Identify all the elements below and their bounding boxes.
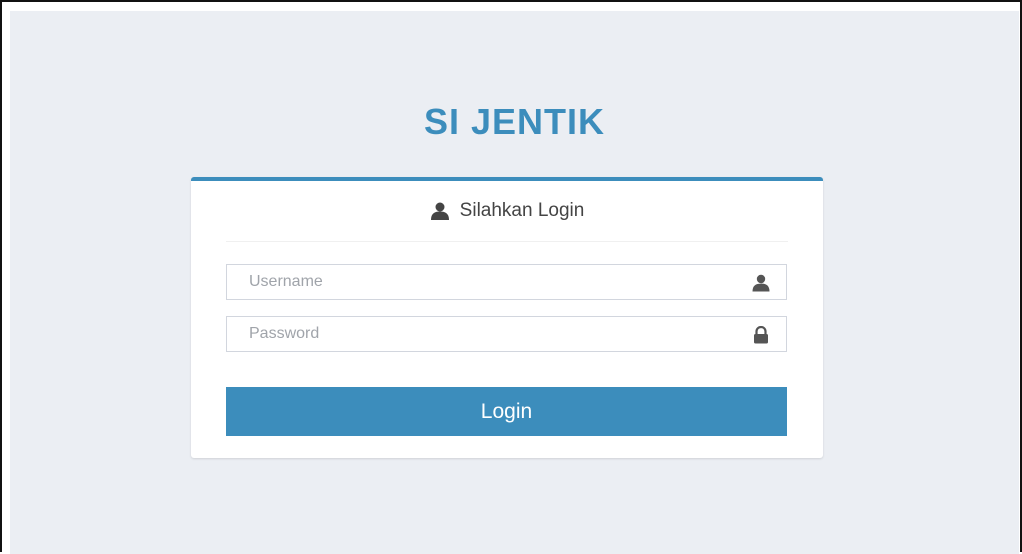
lock-icon bbox=[752, 325, 770, 344]
username-input[interactable] bbox=[227, 265, 786, 299]
login-box: Silahkan Login Username Login bbox=[191, 177, 823, 458]
login-button[interactable]: Login bbox=[226, 387, 787, 436]
user-icon bbox=[752, 274, 770, 292]
user-icon bbox=[430, 202, 450, 220]
username-field[interactable] bbox=[226, 264, 787, 300]
password-input[interactable] bbox=[227, 317, 786, 351]
window-frame: SI JENTIK Silahkan Login Username Login bbox=[0, 0, 1022, 554]
password-field[interactable] bbox=[226, 316, 787, 352]
login-box-header: Silahkan Login bbox=[226, 181, 788, 242]
app-title: SI JENTIK bbox=[423, 101, 606, 142]
login-box-title: Silahkan Login bbox=[459, 200, 585, 221]
login-page: SI JENTIK Silahkan Login Username Login bbox=[10, 11, 1019, 554]
